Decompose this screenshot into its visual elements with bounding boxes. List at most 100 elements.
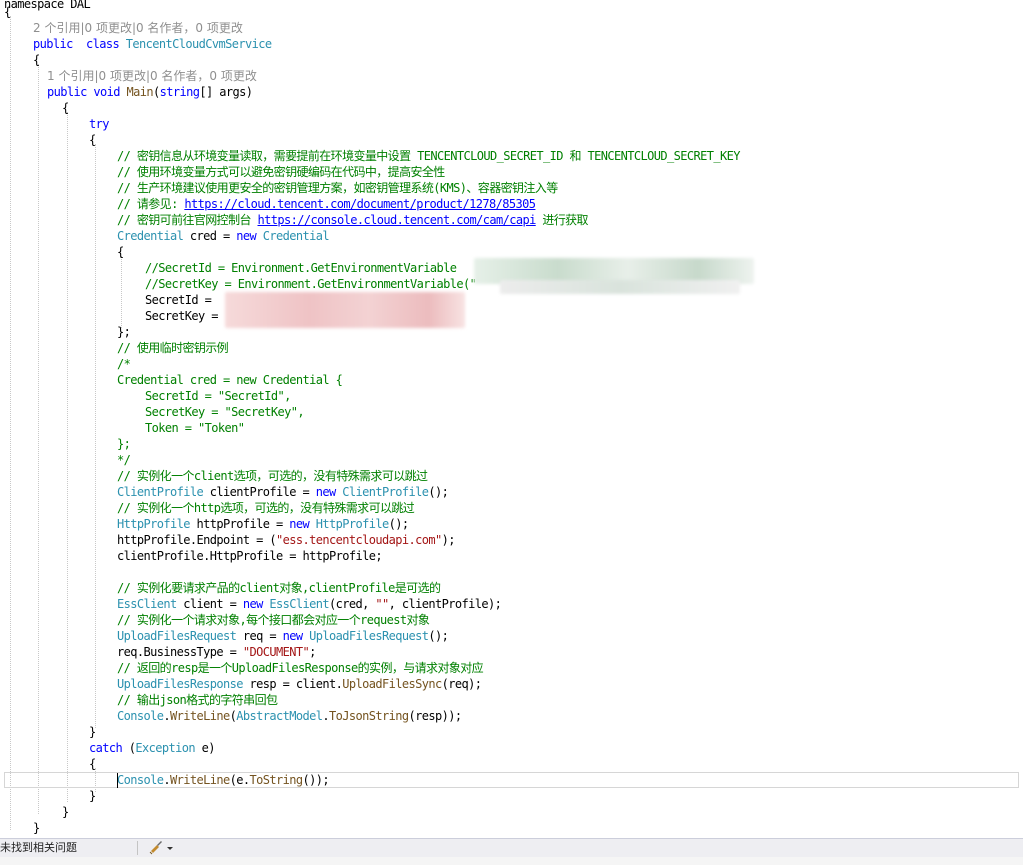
code-token: , clientProfile); [388,597,502,611]
code-token: [] [199,85,220,99]
code-line: public void Main(string[] args) [47,84,253,100]
code-token: WriteLine [170,709,230,723]
code-token: (); [428,629,449,643]
code-token: new [282,629,303,643]
code-token: new [315,485,336,499]
code-token: // 实例化一个client选项，可选的，没有特殊需求可以跳过 [117,469,428,483]
code-line: // 使用临时密钥示例 [117,340,229,356]
code-token: ToString [249,773,304,787]
code-line: req.BusinessType = "DOCUMENT"; [117,644,316,660]
status-separator [137,841,138,855]
code-token: ()); [302,773,330,787]
code-line: //SecretId = Environment.GetEnvironmentV… [145,260,457,276]
code-line: */ [117,452,131,468]
code-token: Main [126,85,154,99]
code-token: namespace DAL [4,0,91,11]
code-token: } [62,805,69,819]
code-line: namespace DAL [4,0,91,12]
redacted-region [500,280,740,294]
code-token: args [219,85,246,99]
code-line: // 实例化一个http选项，可选的，没有特殊需求可以跳过 [117,500,415,516]
code-line: httpProfile.Endpoint = ("ess.tencentclou… [117,532,455,548]
code-editor[interactable]: namespace DAL{2 个引用|0 项更改|0 名作者，0 项更改 pub… [0,0,1023,837]
code-token: /* [117,357,131,371]
code-token: req = [236,629,283,643]
code-token: "DOCUMENT" [242,645,310,659]
code-token: (); [428,485,449,499]
code-line: SecretId = "SecretId", [145,388,291,404]
code-line: // 实例化一个client选项，可选的，没有特殊需求可以跳过 [117,468,428,484]
codelens-hint[interactable]: 2 个引用|0 项更改|0 名作者，0 项更改 [33,20,243,36]
code-token: } [89,725,96,739]
code-token: //SecretId = Environment.GetEnvironmentV… [145,261,457,275]
code-line: // 实例化一个请求对象,每个接口都会对应一个request对象 [117,612,430,628]
code-token: // 使用环境变量方式可以避免密钥硬编码在代码中，提高安全性 [117,165,445,179]
code-line: }; [117,436,131,452]
indent-guide [121,256,122,328]
code-token: "ess.tencentcloudapi.com" [276,533,442,547]
code-token: // 使用临时密钥示例 [117,341,229,355]
code-token: Console [117,773,164,787]
code-token: { [62,101,69,115]
url-link[interactable]: https://cloud.tencent.com/document/produ… [184,197,536,211]
code-token: Console [117,709,164,723]
code-line: // 实例化要请求产品的client对象,clientProfile是可选的 [117,580,441,596]
broom-icon[interactable] [148,840,176,856]
redacted-region [225,292,465,328]
code-token: resp = client. [242,677,343,691]
code-token: new [289,517,310,531]
code-token: SecretId = "SecretId", [145,389,291,403]
code-token: . [163,709,170,723]
code-token: cred = [183,229,237,243]
code-token: public [47,85,87,99]
code-token: EssClient [269,597,329,611]
code-line: } [89,788,96,804]
code-token: HttpProfile [117,517,190,531]
code-token: . [163,773,170,787]
code-token: 进行获取 [535,213,588,227]
code-token: 1 个引用|0 项更改|0 名作者，0 项更改 [47,69,257,83]
code-token: WriteLine [170,773,230,787]
code-token: (req); [441,677,482,691]
code-token: { [89,757,96,771]
code-line: UploadFilesResponse resp = client.Upload… [117,676,482,692]
code-token: ClientProfile [117,485,204,499]
code-line: { [117,244,124,260]
code-line: // 返回的resp是一个UploadFilesResponse的实例，与请求对… [117,660,484,676]
code-token: // 输出json格式的字符串回包 [117,693,278,707]
code-line: Credential cred = new Credential { [117,372,343,388]
code-token: // 密钥信息从环境变量读取，需要提前在环境变量中设置 TENCENTCLOUD… [117,149,740,163]
code-token: // 实例化一个请求对象,每个接口都会对应一个request对象 [117,613,430,627]
code-line: Console.WriteLine(AbstractModel.ToJsonSt… [117,708,462,724]
indent-guide [67,112,68,802]
code-token: { [117,245,124,259]
code-token: // 生产环境建议使用更安全的密钥管理方案，如密钥管理系统(KMS)、容器密钥注… [117,181,558,195]
code-line: } [62,804,69,820]
codelens-hint[interactable]: 1 个引用|0 项更改|0 名作者，0 项更改 [47,68,257,84]
code-token: SecretId = [145,293,218,307]
code-token: */ [117,453,131,467]
code-token: UploadFilesRequest [117,629,237,643]
issues-status-text[interactable]: 未找到相关问题 [0,839,77,857]
status-bar: 未找到相关问题 [0,838,1023,857]
code-token: client = [176,597,243,611]
code-line: // 密钥可前往官网控制台 https://console.cloud.tenc… [117,212,589,228]
code-line: // 使用环境变量方式可以避免密钥硬编码在代码中，提高安全性 [117,164,445,180]
code-token: ) [245,85,253,99]
code-token: public [33,37,73,51]
code-token: EssClient [117,597,177,611]
code-token: clientProfile.HttpProfile = httpProfile; [117,549,383,563]
code-line: //SecretKey = Environment.GetEnvironment… [145,276,477,292]
code-token: { [4,5,11,19]
code-line: } [89,724,96,740]
code-line: /* [117,356,131,372]
url-link[interactable]: https://console.cloud.tencent.com/cam/ca… [258,213,537,227]
code-token: HttpProfile [315,517,389,531]
code-token: }; [117,437,131,451]
code-token: UploadFilesSync [342,677,442,691]
indent-guide [95,144,96,728]
code-token: // 实例化要请求产品的client对象,clientProfile是可选的 [117,581,441,595]
